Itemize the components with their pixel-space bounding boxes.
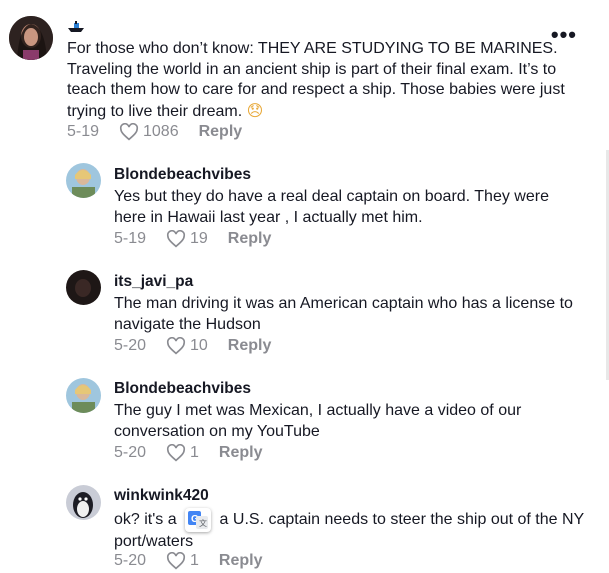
- reply-meta: 5-20 1 Reply: [114, 444, 262, 462]
- reply-username[interactable]: Blondebeachvibes: [114, 166, 251, 184]
- heart-icon: [166, 552, 186, 570]
- reply-username[interactable]: winkwink420: [114, 487, 209, 505]
- like-button[interactable]: 1: [166, 552, 199, 570]
- reply-meta: 5-20 10 Reply: [114, 337, 271, 355]
- reply-text: ok? it's a G 文 a U.S. captain needs to s…: [114, 508, 584, 553]
- like-count: 1086: [143, 123, 179, 140]
- avatar[interactable]: [66, 378, 101, 413]
- comment-top: ••• For those who don’t know: THEY ARE S…: [0, 0, 609, 150]
- heart-icon: [119, 123, 139, 141]
- like-button[interactable]: 19: [166, 230, 208, 248]
- comment-meta: 5-19 1086 Reply: [67, 123, 242, 141]
- like-count: 1: [190, 444, 199, 461]
- reply-meta: 5-20 1 Reply: [114, 552, 262, 570]
- heart-icon: [166, 444, 186, 462]
- reply-item: winkwink420 ok? it's a G 文 a U.S. captai…: [0, 471, 609, 573]
- translate-icon[interactable]: G 文: [185, 508, 212, 532]
- avatar[interactable]: [66, 270, 101, 305]
- comment-date: 5-19: [67, 123, 100, 140]
- like-count: 1: [190, 552, 199, 569]
- reply-item: Blondebeachvibes Yes but they do have a …: [0, 150, 609, 257]
- reply-item: its_javi_pa The man driving it was an Am…: [0, 257, 609, 364]
- heart-icon: [166, 230, 186, 248]
- comment-text: For those who don’t know: THEY ARE STUDY…: [67, 40, 565, 120]
- reply-button[interactable]: Reply: [228, 230, 272, 248]
- like-button[interactable]: 1086: [119, 123, 179, 141]
- reply-button[interactable]: Reply: [219, 552, 263, 570]
- like-button[interactable]: 10: [166, 337, 208, 355]
- reply-date: 5-20: [114, 337, 147, 354]
- like-count: 10: [190, 337, 208, 354]
- avatar[interactable]: [66, 485, 101, 520]
- reply-button[interactable]: Reply: [228, 337, 272, 355]
- reply-date: 5-20: [114, 444, 147, 461]
- reply-text: The guy I met was Mexican, I actually ha…: [114, 402, 522, 440]
- like-button[interactable]: 1: [166, 444, 199, 462]
- reply-item: Blondebeachvibes The guy I met was Mexic…: [0, 364, 609, 471]
- reply-button[interactable]: Reply: [219, 444, 263, 462]
- avatar[interactable]: [66, 163, 101, 198]
- reply-date: 5-19: [114, 230, 147, 247]
- boat-icon: [67, 20, 85, 34]
- reply-date: 5-20: [114, 552, 147, 569]
- reply-text: Yes but they do have a real deal captain…: [114, 188, 549, 226]
- reply-username[interactable]: its_javi_pa: [114, 273, 193, 291]
- reply-username[interactable]: Blondebeachvibes: [114, 380, 251, 398]
- svg-text:文: 文: [199, 518, 207, 528]
- sad-face-emoji: 😞: [246, 100, 264, 120]
- like-count: 19: [190, 230, 208, 247]
- reply-text: The man driving it was an American capta…: [114, 295, 573, 333]
- avatar[interactable]: [9, 16, 53, 60]
- reply-button[interactable]: Reply: [199, 123, 243, 141]
- heart-icon: [166, 337, 186, 355]
- reply-meta: 5-19 19 Reply: [114, 230, 271, 248]
